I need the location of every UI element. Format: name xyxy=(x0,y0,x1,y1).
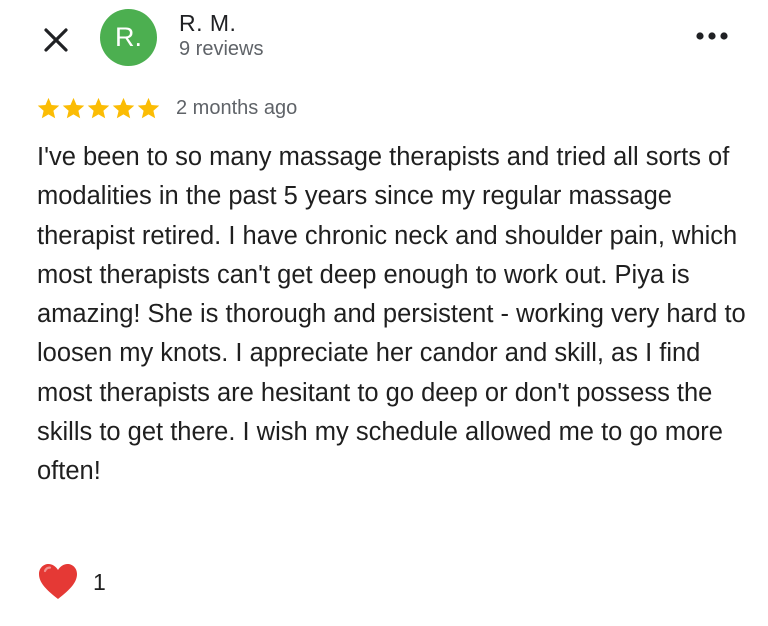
reaction-button[interactable]: 1 xyxy=(37,562,106,602)
review-text: I've been to so many massage therapists … xyxy=(37,143,746,486)
rating-row: 2 months ago xyxy=(36,94,297,122)
star-icon xyxy=(112,97,135,118)
heart-icon xyxy=(39,564,77,599)
reaction-count: 1 xyxy=(93,568,106,595)
review-date: 2 months ago xyxy=(176,96,298,119)
review-count: 9 reviews xyxy=(179,38,264,60)
star-icon xyxy=(137,97,160,118)
star-icon xyxy=(37,97,60,118)
avatar-initial: R. xyxy=(115,22,142,52)
star-icon xyxy=(87,97,110,118)
avatar[interactable]: R. xyxy=(100,9,157,66)
star-rating xyxy=(36,96,161,121)
reviewer-name[interactable]: R. M. xyxy=(179,10,236,37)
more-options-button[interactable] xyxy=(690,20,734,52)
more-horizontal-icon xyxy=(696,32,728,40)
close-icon xyxy=(44,28,68,52)
star-icon xyxy=(62,97,85,118)
close-button[interactable] xyxy=(38,22,74,58)
